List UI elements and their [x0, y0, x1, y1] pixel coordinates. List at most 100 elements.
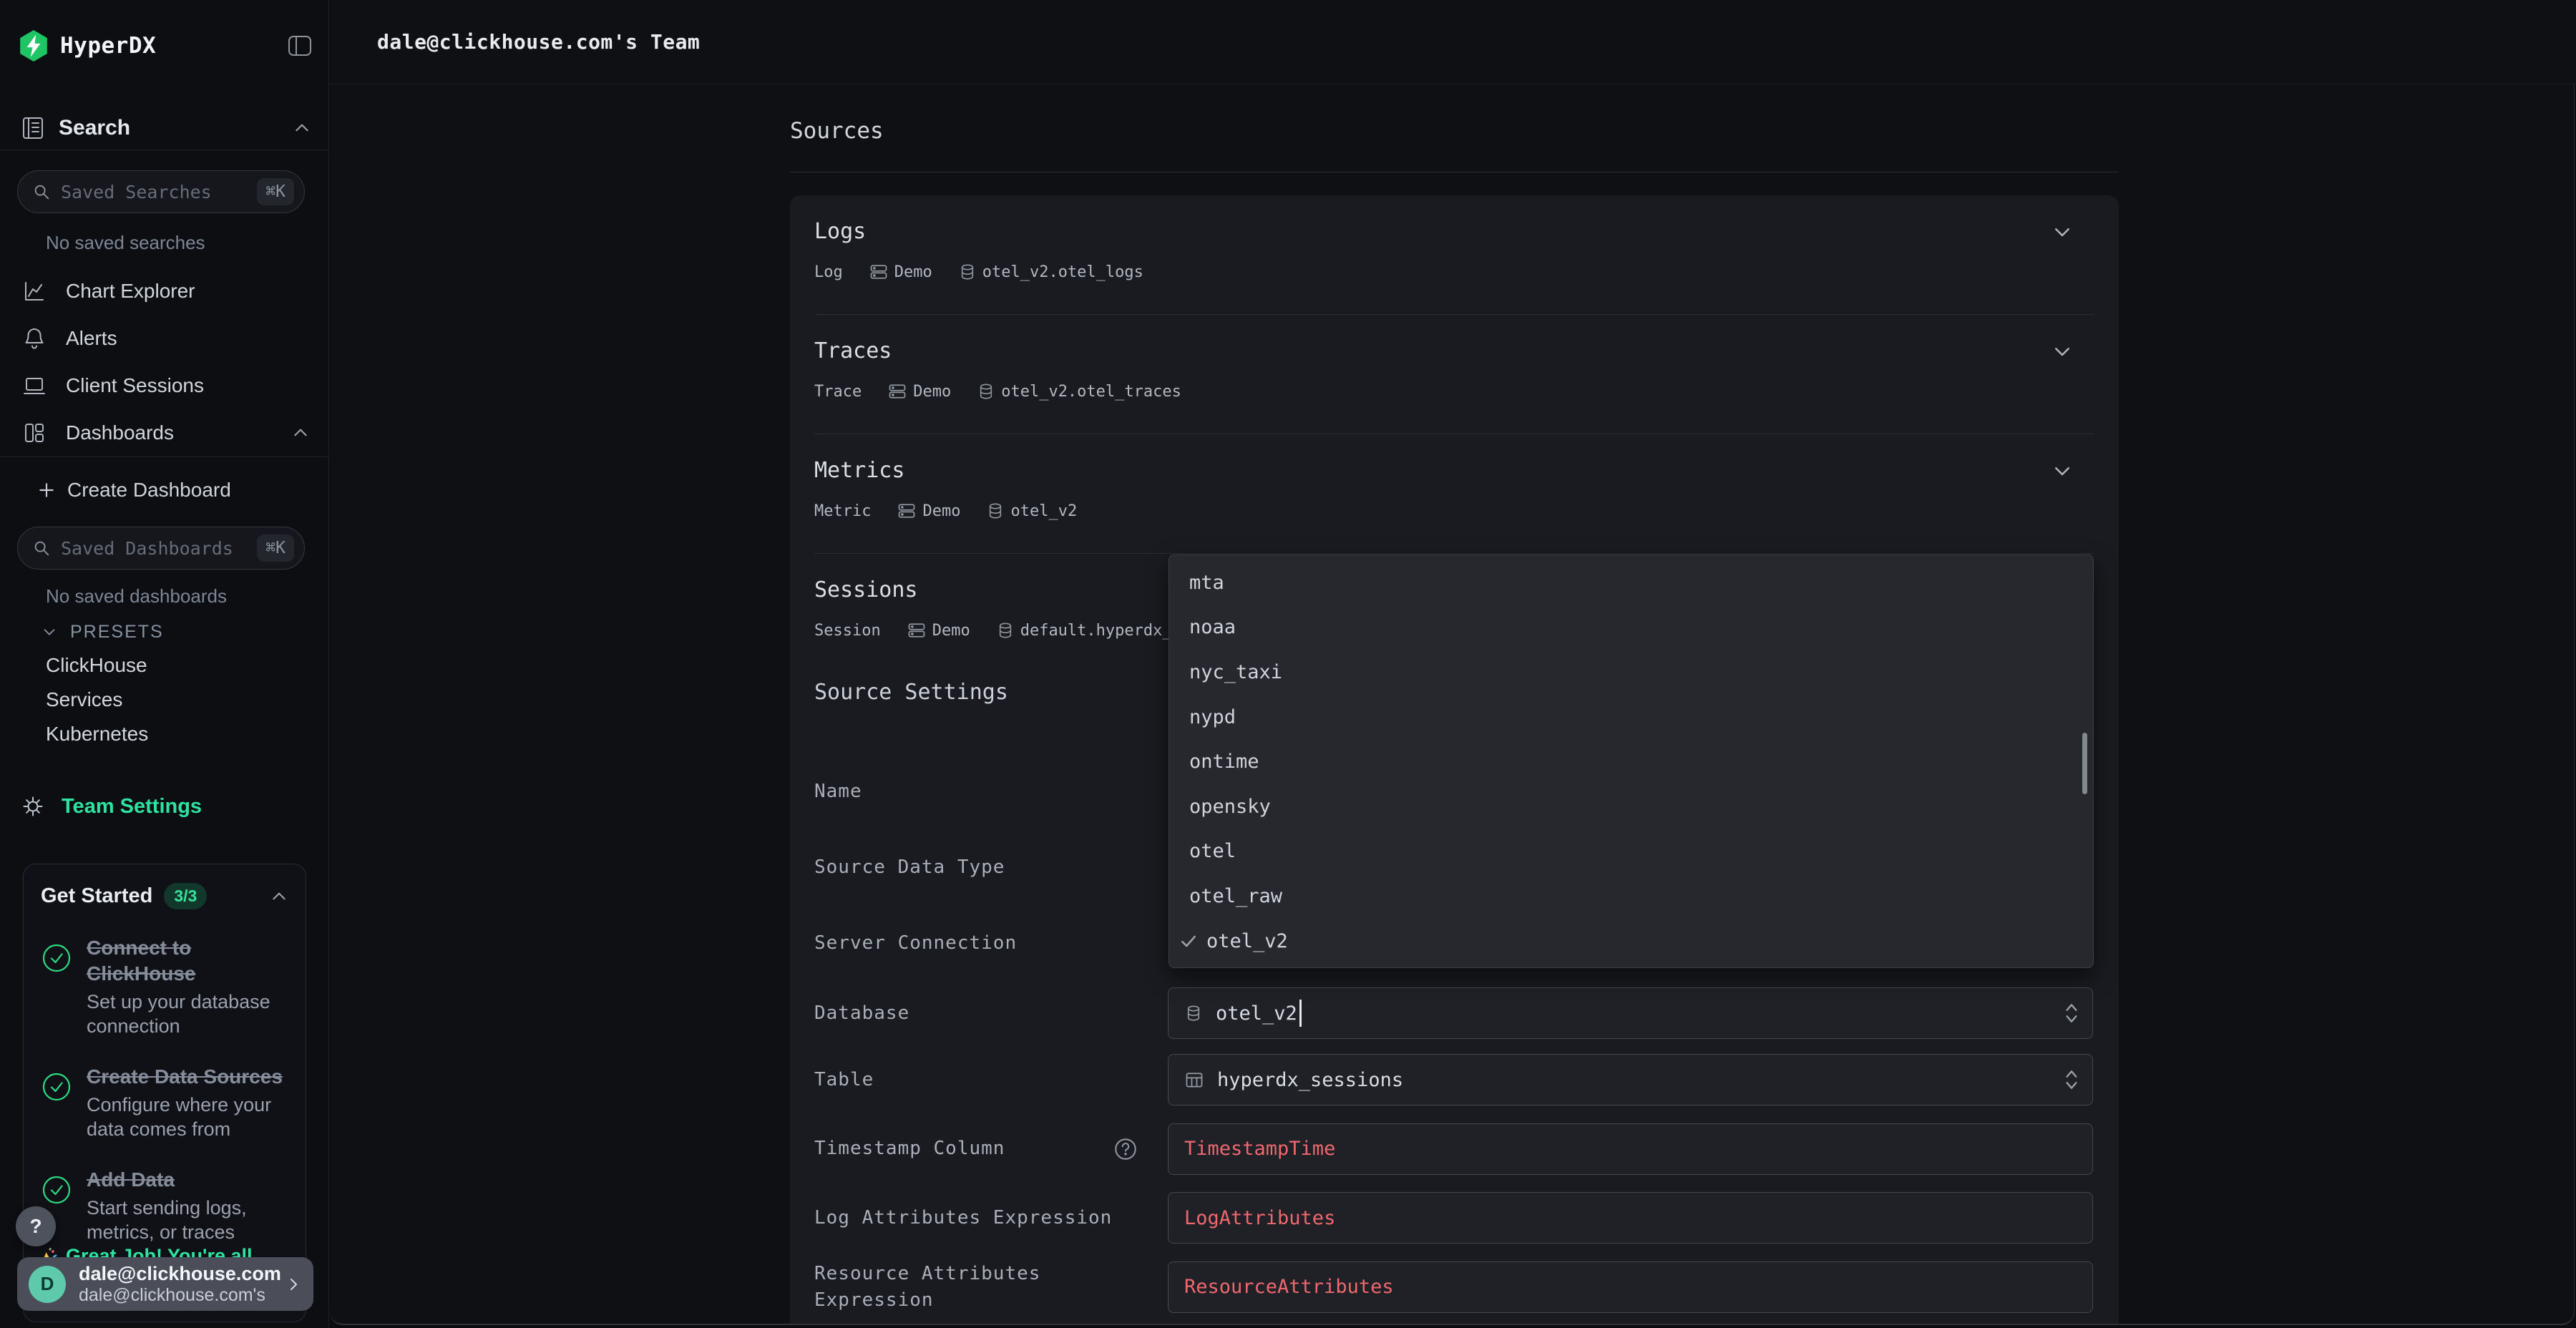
source-section-traces: Traces Trace Demo otel_v2.otel_traces: [814, 315, 2094, 434]
get-started-item[interactable]: Add Data Start sending logs, metrics, or…: [41, 1167, 288, 1244]
dashboard-icon: [21, 420, 47, 446]
nav-label: Chart Explorer: [66, 280, 195, 303]
help-button[interactable]: ?: [16, 1206, 56, 1246]
sidebar-item-chart-explorer[interactable]: Chart Explorer: [0, 268, 328, 315]
resource-attributes-value: ResourceAttributes: [1184, 1276, 1394, 1298]
chevron-down-icon: [42, 624, 57, 640]
get-started-item[interactable]: Connect to ClickHouse Set up your databa…: [41, 935, 288, 1038]
source-table: otel_v2: [1010, 502, 1077, 520]
name-label: Name: [814, 753, 1168, 829]
timestamp-column-label: Timestamp Column: [814, 1115, 1168, 1184]
preset-item-services[interactable]: Services: [0, 683, 328, 717]
log-attributes-input[interactable]: LogAttributes: [1168, 1192, 2093, 1244]
get-started-item-desc: Set up your database connection: [87, 990, 288, 1038]
dropdown-scrollbar-thumb[interactable]: [2082, 733, 2087, 794]
dropdown-option-otel_v2-selected[interactable]: otel_v2: [1169, 919, 2093, 964]
server-icon: [897, 501, 917, 521]
select-chevrons-icon[interactable]: [2064, 1068, 2079, 1092]
search-journal-icon: [20, 115, 46, 141]
help-circle-icon[interactable]: [1112, 1136, 1139, 1163]
source-name: Metrics: [814, 457, 2094, 484]
database-icon: [977, 381, 995, 401]
server-icon: [907, 620, 927, 640]
bell-icon: [21, 326, 47, 351]
database-icon: [986, 501, 1005, 521]
dropdown-option-ontime[interactable]: ontime: [1169, 739, 2093, 784]
saved-searches-input[interactable]: [61, 182, 257, 202]
partial-next-input[interactable]: [1168, 1324, 2093, 1325]
dropdown-option-noaa[interactable]: noaa: [1169, 605, 2093, 650]
dropdown-option-opensky[interactable]: opensky: [1169, 784, 2093, 829]
sidebar-collapse-icon[interactable]: [287, 34, 313, 57]
hyperdx-logo-icon: [19, 29, 49, 62]
source-type: Metric: [814, 502, 871, 520]
sidebar-item-client-sessions[interactable]: Client Sessions: [0, 362, 328, 409]
user-menu[interactable]: D dale@clickhouse.com dale@clickhouse.co…: [17, 1257, 313, 1311]
chevron-up-icon[interactable]: [293, 119, 311, 137]
sidebar-divider: [0, 456, 328, 457]
preset-item-kubernetes[interactable]: Kubernetes: [0, 717, 328, 751]
saved-searches-box[interactable]: ⌘K: [17, 170, 305, 213]
database-value: otel_v2: [1216, 1002, 1297, 1025]
saved-dashboards-input[interactable]: [61, 538, 257, 559]
chevron-down-icon[interactable]: [2051, 460, 2073, 482]
sidebar: HyperDX Search ⌘K No saved searches Char…: [0, 0, 329, 1328]
chevron-right-icon: [285, 1276, 302, 1293]
chevron-up-icon[interactable]: [291, 424, 310, 442]
topbar: dale@clickhouse.com's Team: [330, 0, 2576, 84]
create-dashboard-label: Create Dashboard: [67, 479, 231, 502]
dropdown-option-otel[interactable]: otel: [1169, 829, 2093, 874]
app-title: HyperDX: [60, 33, 156, 59]
source-connection: Demo: [913, 383, 951, 401]
page-title: Sources: [790, 118, 884, 144]
database-icon: [1184, 1003, 1203, 1023]
source-connection: Demo: [922, 502, 960, 520]
database-icon: [996, 620, 1015, 640]
chevron-down-icon[interactable]: [2051, 341, 2073, 362]
server-icon: [869, 262, 889, 282]
sidebar-item-dashboards[interactable]: Dashboards: [0, 409, 328, 456]
get-started-item-title: Create Data Sources: [87, 1064, 288, 1090]
search-icon: [32, 182, 51, 201]
team-settings-link[interactable]: Team Settings: [0, 786, 328, 827]
source-section-metrics: Metrics Metric Demo otel_v2: [814, 434, 2094, 554]
presets-toggle[interactable]: PRESETS: [42, 618, 164, 645]
source-table: otel_v2.otel_traces: [1001, 383, 1181, 401]
check-icon: [1179, 932, 1198, 950]
preset-item-clickhouse[interactable]: ClickHouse: [0, 648, 328, 683]
table-label: Table: [814, 1045, 1168, 1115]
table-select[interactable]: hyperdx_sessions: [1168, 1054, 2093, 1105]
source-connection: Demo: [894, 263, 932, 281]
get-started-progress-badge: 3/3: [164, 883, 207, 909]
create-dashboard-button[interactable]: Create Dashboard: [0, 469, 328, 511]
no-saved-dashboards-text: No saved dashboards: [46, 585, 227, 607]
user-org: dale@clickhouse.com's: [79, 1285, 281, 1305]
dropdown-option-otel_raw[interactable]: otel_raw: [1169, 874, 2093, 919]
shortcut-badge: ⌘K: [257, 178, 294, 205]
select-chevrons-icon[interactable]: [2064, 1001, 2079, 1025]
chart-icon: [21, 278, 47, 304]
dropdown-option-mta[interactable]: mta: [1169, 560, 2093, 605]
saved-dashboards-box[interactable]: ⌘K: [17, 527, 305, 570]
get-started-item-desc: Configure where your data comes from: [87, 1093, 288, 1141]
sidebar-nav: Chart Explorer Alerts Client Sessions Da…: [0, 268, 328, 456]
timestamp-column-value: TimestampTime: [1184, 1138, 1335, 1160]
get-started-item[interactable]: Create Data Sources Configure where your…: [41, 1064, 288, 1141]
chevron-up-icon[interactable]: [270, 887, 288, 906]
nav-label: Alerts: [66, 327, 117, 350]
logo-row: HyperDX: [19, 27, 313, 64]
source-type: Trace: [814, 383, 862, 401]
dropdown-option-nyc_taxi[interactable]: nyc_taxi: [1169, 650, 2093, 695]
sidebar-item-alerts[interactable]: Alerts: [0, 315, 328, 362]
resource-attributes-input[interactable]: ResourceAttributes: [1168, 1261, 2093, 1313]
database-dropdown: mta noaa nyc_taxi nypd ontime opensky ot…: [1169, 555, 2094, 968]
team-settings-label: Team Settings: [62, 795, 202, 819]
dropdown-option-nypd[interactable]: nypd: [1169, 695, 2093, 740]
check-circle-icon: [41, 942, 72, 1038]
chevron-down-icon[interactable]: [2051, 221, 2073, 243]
database-select[interactable]: otel_v2: [1168, 987, 2093, 1039]
timestamp-column-input[interactable]: TimestampTime: [1168, 1123, 2093, 1175]
get-started-title: Get Started: [41, 884, 152, 908]
check-circle-icon: [41, 1071, 72, 1141]
sidebar-section-search[interactable]: Search: [20, 107, 311, 149]
